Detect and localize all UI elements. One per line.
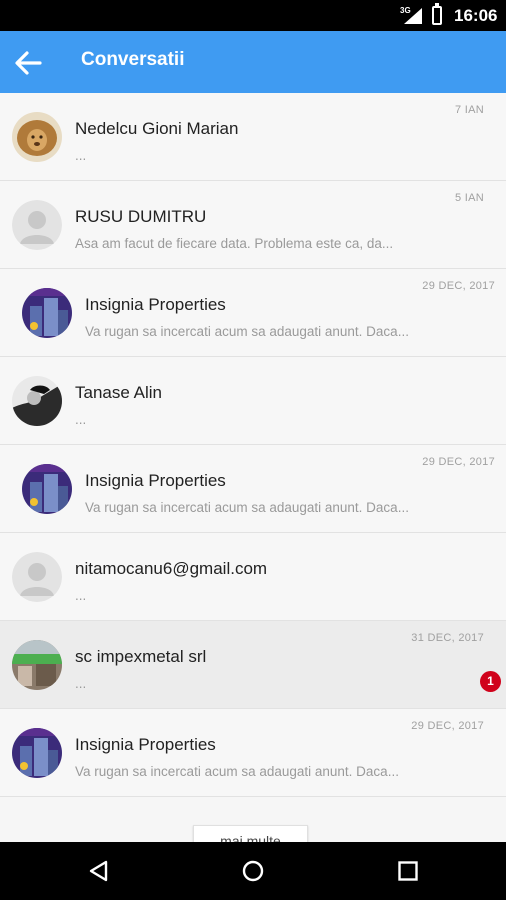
status-bar: 3G 16:06 <box>0 0 506 31</box>
page-title: Conversatii <box>81 49 185 70</box>
message-date: 31 DEC, 2017 <box>411 632 484 644</box>
avatar <box>12 376 62 426</box>
signal-icon <box>404 8 422 24</box>
message-preview: ... <box>75 676 87 691</box>
conversation-row[interactable]: Insignia Properties Va rugan sa incercati… <box>0 269 506 357</box>
message-date: 29 DEC, 2017 <box>422 456 495 468</box>
nav-back-icon[interactable] <box>87 859 111 883</box>
conversation-list[interactable]: Nedelcu Gioni Marian... 7 IAN RUSU DUMITRU… <box>0 93 506 842</box>
conversation-row[interactable]: Tanase Alin... <box>0 357 506 445</box>
avatar <box>12 728 62 778</box>
message-preview: Va rugan sa incercati acum sa adaugati a… <box>85 500 409 515</box>
message-preview: Asa am facut de fiecare data. Problema e… <box>75 236 394 251</box>
conversation-row[interactable]: RUSU DUMITRU Asa am facut de fiecare data… <box>0 181 506 269</box>
contact-name: Insignia Properties <box>75 735 216 754</box>
conversation-row[interactable]: nitamocanu6@gmail.com... <box>0 533 506 621</box>
contact-name: Insignia Properties <box>85 295 226 314</box>
screen: 3G 16:06 Conversatii Nedelcu Gioni Maria… <box>0 0 506 900</box>
message-date: 7 IAN <box>454 104 484 116</box>
contact-name: Nedelcu Gioni Marian <box>75 119 239 138</box>
avatar <box>12 112 62 162</box>
more-container: mai multe <box>0 797 506 842</box>
message-date: 29 DEC, 2017 <box>411 720 484 732</box>
message-preview: Va rugan sa incercati acum sa adaugati a… <box>85 324 409 339</box>
unread-badge: 1 <box>480 671 501 692</box>
message-preview: Va rugan sa incercati acum sa adaugati a… <box>75 764 399 779</box>
app-bar: Conversatii <box>0 31 506 93</box>
contact-name: Tanase Alin <box>75 383 162 402</box>
contact-name: RUSU DUMITRU <box>75 207 207 226</box>
message-preview: ... <box>75 412 87 427</box>
navigation-bar <box>0 842 506 900</box>
message-preview: ... <box>75 588 87 603</box>
conversation-row[interactable]: Nedelcu Gioni Marian... 7 IAN <box>0 93 506 181</box>
battery-icon <box>432 3 442 25</box>
clock: 16:06 <box>454 6 498 25</box>
avatar <box>22 288 72 338</box>
message-date: 29 DEC, 2017 <box>422 280 495 292</box>
message-preview: ... <box>75 148 87 163</box>
avatar <box>22 464 72 514</box>
conversation-row[interactable]: Insignia Properties Va rugan sa incercati… <box>0 709 506 797</box>
nav-home-icon[interactable] <box>241 859 265 883</box>
message-date: 5 IAN <box>454 192 484 204</box>
arrow-left-icon[interactable] <box>12 47 44 79</box>
conversation-row[interactable]: sc impexmetal srl... 31 DEC, 2017 1 <box>0 621 506 709</box>
avatar <box>12 640 62 690</box>
avatar <box>12 552 62 602</box>
conversation-row[interactable]: Insignia Properties Va rugan sa incercati… <box>0 445 506 533</box>
contact-name: nitamocanu6@gmail.com <box>75 559 268 578</box>
contact-name: Insignia Properties <box>85 471 226 490</box>
contact-name: sc impexmetal srl <box>75 647 207 666</box>
more-button[interactable]: mai multe <box>193 825 308 842</box>
nav-recents-icon[interactable] <box>396 859 420 883</box>
avatar <box>12 200 62 250</box>
